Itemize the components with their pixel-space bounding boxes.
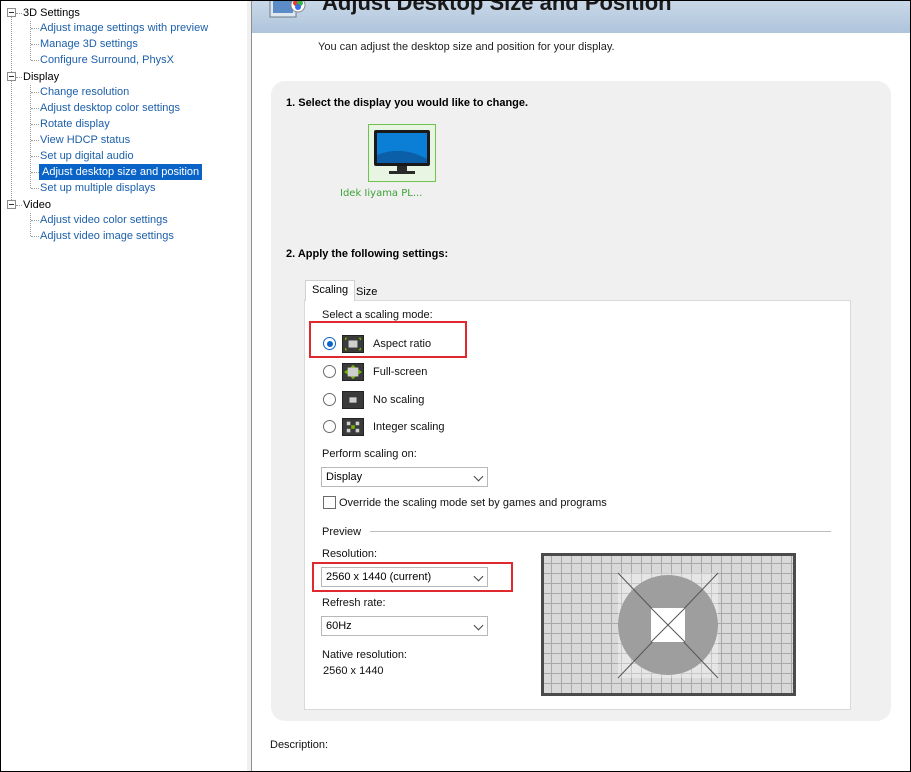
display-selector-tile[interactable] [368, 124, 436, 182]
tree-connector [16, 205, 22, 206]
tree-connector [31, 140, 39, 141]
preview-label: Preview [322, 526, 362, 538]
description-label: Description: [270, 739, 329, 751]
tree-item-manage-3d-settings[interactable]: Manage 3D settings [40, 36, 138, 52]
tree-item-set-up-digital-audio[interactable]: Set up digital audio [40, 148, 134, 164]
resolution-value: 2560 x 1440 (current) [326, 571, 432, 583]
chevron-down-icon [473, 571, 484, 582]
tree-item-adjust-video-color[interactable]: Adjust video color settings [40, 212, 168, 228]
collapse-video-icon[interactable] [7, 200, 16, 209]
tree-connector [31, 156, 39, 157]
tree-connector [31, 28, 39, 29]
preview-separator [370, 531, 831, 532]
override-scaling-label[interactable]: Override the scaling mode set by games a… [339, 497, 607, 509]
tree-connector [31, 172, 39, 173]
tree-item-change-resolution[interactable]: Change resolution [40, 84, 129, 100]
header-band: Adjust Desktop Size and Position [252, 1, 910, 33]
nvidia-control-panel-window: 3D Settings Adjust image settings with p… [0, 0, 911, 772]
aspect-ratio-label[interactable]: Aspect ratio [373, 338, 431, 350]
step-1-heading: 1. Select the display you would like to … [286, 97, 529, 109]
perform-scaling-label: Perform scaling on: [322, 448, 417, 460]
integer-scaling-label[interactable]: Integer scaling [373, 421, 445, 433]
full-screen-radio[interactable] [323, 365, 336, 378]
chevron-down-icon [473, 471, 484, 482]
display-settings-icon [269, 1, 306, 18]
tree-connector [16, 13, 22, 14]
override-scaling-checkbox[interactable] [323, 496, 336, 509]
page-title: Adjust Desktop Size and Position [322, 0, 672, 15]
integer-scaling-radio[interactable] [323, 420, 336, 433]
tree-item-adjust-image-settings[interactable]: Adjust image settings with preview [40, 20, 208, 36]
aspect-ratio-radio[interactable] [323, 337, 336, 350]
tree-item-view-hdcp-status[interactable]: View HDCP status [40, 132, 130, 148]
tree-connector [31, 92, 39, 93]
tree-connector [30, 21, 31, 60]
task-tree: 3D Settings Adjust image settings with p… [1, 1, 248, 771]
no-scaling-radio[interactable] [323, 393, 336, 406]
tree-connector [16, 77, 22, 78]
collapse-3d-settings-icon[interactable] [7, 8, 16, 17]
native-resolution-value: 2560 x 1440 [323, 665, 384, 677]
chevron-down-icon [473, 620, 484, 631]
refresh-rate-dropdown[interactable]: 60Hz [321, 616, 488, 636]
no-scaling-label[interactable]: No scaling [373, 394, 424, 406]
step-2-heading: 2. Apply the following settings: [286, 248, 449, 260]
tree-connector [31, 220, 39, 221]
tree-connector [11, 17, 12, 72]
tree-connector [31, 60, 39, 61]
tree-item-adjust-video-image[interactable]: Adjust video image settings [40, 228, 174, 244]
perform-scaling-dropdown[interactable]: Display [321, 467, 488, 487]
scaling-preview-image [541, 553, 796, 696]
full-screen-mode-icon [342, 363, 364, 381]
tree-connector [30, 213, 31, 236]
refresh-rate-label: Refresh rate: [322, 597, 386, 609]
tree-connector [31, 44, 39, 45]
tree-category-3d-settings[interactable]: 3D Settings [23, 5, 80, 21]
integer-scaling-mode-icon [342, 418, 364, 436]
resolution-dropdown[interactable]: 2560 x 1440 (current) [321, 567, 488, 587]
tree-connector [11, 81, 12, 200]
tree-item-configure-surround[interactable]: Configure Surround, PhysX [40, 52, 174, 68]
tree-category-video[interactable]: Video [23, 197, 51, 213]
tree-item-adjust-desktop-color[interactable]: Adjust desktop color settings [40, 100, 180, 116]
resolution-label: Resolution: [322, 548, 378, 560]
tree-connector [31, 108, 39, 109]
tree-connector [31, 188, 39, 189]
tab-scaling[interactable]: Scaling [305, 280, 356, 301]
refresh-rate-value: 60Hz [326, 620, 352, 632]
tree-category-display[interactable]: Display [23, 69, 59, 85]
tree-connector [31, 236, 39, 237]
tree-item-adjust-desktop-size[interactable]: Adjust desktop size and position [39, 164, 203, 180]
scaling-mode-label: Select a scaling mode: [322, 309, 433, 321]
aspect-ratio-mode-icon [342, 335, 364, 353]
display-name-label[interactable]: Idek Iiyama PL... [340, 188, 422, 199]
tree-item-set-up-multiple-displays[interactable]: Set up multiple displays [40, 180, 156, 196]
monitor-icon [374, 130, 430, 174]
tree-item-rotate-display[interactable]: Rotate display [40, 116, 110, 132]
perform-scaling-value: Display [326, 471, 363, 483]
no-scaling-mode-icon [342, 391, 364, 409]
native-resolution-label: Native resolution: [322, 649, 407, 661]
page-subtitle: You can adjust the desktop size and posi… [318, 41, 615, 53]
tree-connector [31, 124, 39, 125]
collapse-display-icon[interactable] [7, 72, 16, 81]
full-screen-label[interactable]: Full-screen [373, 366, 427, 378]
